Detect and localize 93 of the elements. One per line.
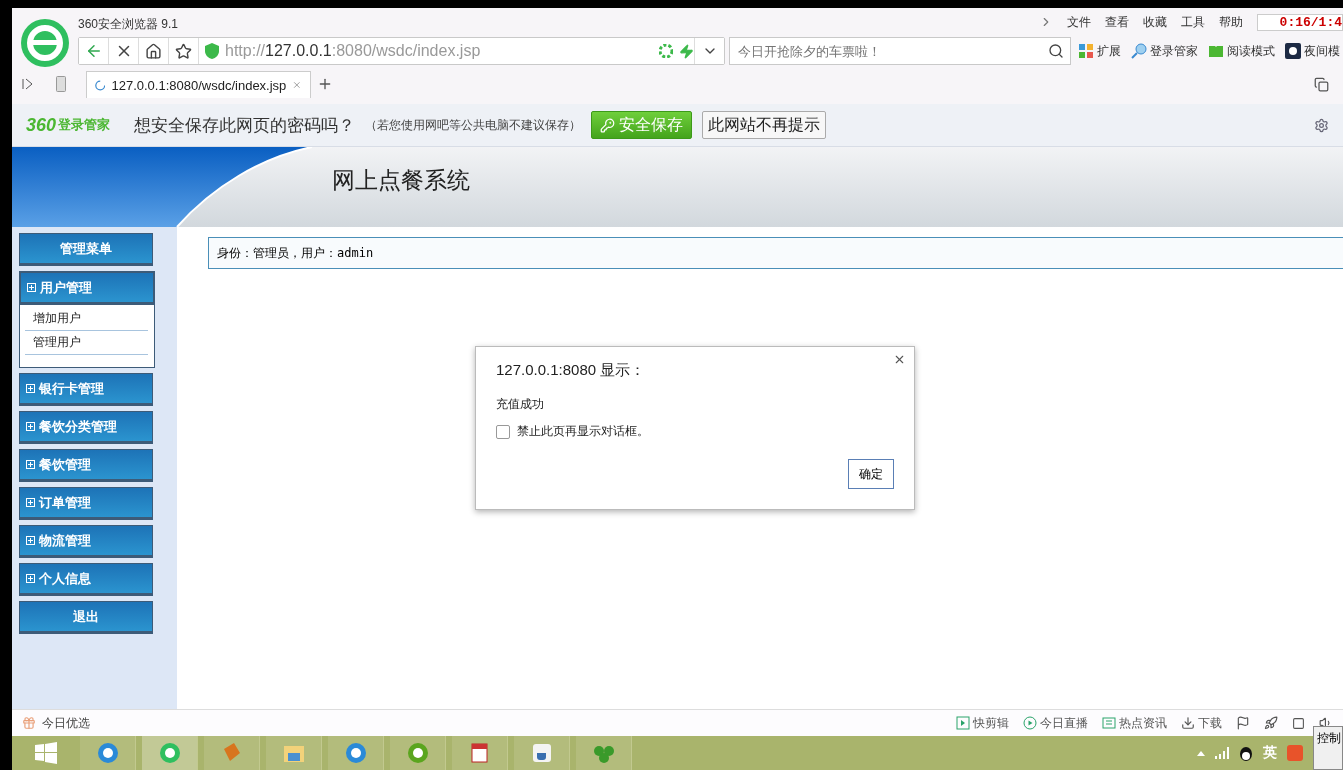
status-button[interactable]: 今日直播 bbox=[1023, 714, 1088, 732]
loading-icon bbox=[95, 78, 106, 92]
menu-item[interactable]: 收藏 bbox=[1142, 13, 1167, 31]
checkbox-label: 禁止此页再显示对话框。 bbox=[517, 423, 649, 440]
flag-icon[interactable] bbox=[1236, 716, 1250, 730]
network-bars-icon[interactable] bbox=[1215, 747, 1229, 759]
ok-button[interactable]: 确定 bbox=[848, 459, 894, 489]
identity-text: 身份：管理员，用户：admin bbox=[208, 237, 1343, 269]
aperture-icon bbox=[659, 44, 673, 58]
plus-box-icon bbox=[26, 384, 35, 393]
search-icon[interactable] bbox=[1048, 43, 1064, 59]
shield-icon bbox=[205, 43, 219, 59]
menu-item[interactable]: 工具 bbox=[1180, 13, 1205, 31]
page-title: 网上点餐系统 bbox=[332, 166, 470, 195]
dialog-message: 充值成功 bbox=[496, 396, 545, 413]
logout-button[interactable]: 退出 bbox=[19, 601, 153, 634]
home-icon bbox=[145, 42, 162, 60]
status-button[interactable]: 快剪辑 bbox=[956, 714, 1009, 732]
menu-group[interactable]: 银行卡管理 bbox=[19, 373, 153, 406]
gift-icon[interactable] bbox=[22, 716, 36, 730]
taskbar-app[interactable] bbox=[142, 736, 198, 770]
app-icon bbox=[343, 741, 368, 765]
menu-group[interactable]: 用户管理 bbox=[20, 272, 154, 305]
squares-icon bbox=[1078, 43, 1094, 59]
close-icon bbox=[893, 353, 906, 366]
status-button[interactable]: 热点资讯 bbox=[1102, 714, 1167, 732]
play-square-icon bbox=[956, 716, 970, 730]
taskbar-app[interactable] bbox=[328, 736, 384, 770]
search-field[interactable]: 今日开抢除夕的车票啦！ bbox=[729, 37, 1071, 65]
menu-group[interactable]: 餐饮管理 bbox=[19, 449, 153, 482]
plus-box-icon bbox=[26, 422, 35, 431]
brand-logo: 360 bbox=[26, 114, 57, 136]
never-button[interactable]: 此网站不再提示 bbox=[702, 111, 827, 139]
plus-box-icon bbox=[27, 283, 36, 292]
search-input[interactable]: 今日开抢除夕的车票啦！ bbox=[730, 43, 1048, 59]
control-popup: 控制 bbox=[1313, 726, 1343, 770]
menu-group[interactable]: 订单管理 bbox=[19, 487, 153, 520]
sun-icon bbox=[1285, 43, 1301, 59]
phone-icon[interactable] bbox=[56, 76, 66, 92]
lightning-icon[interactable] bbox=[679, 43, 694, 59]
checkbox[interactable] bbox=[496, 424, 510, 439]
app-icon bbox=[157, 741, 182, 765]
toolbar-button[interactable]: 扩展 bbox=[1075, 42, 1124, 60]
windows-icon[interactable] bbox=[1314, 77, 1329, 92]
taskbar-app[interactable] bbox=[80, 736, 136, 770]
new-tab-icon[interactable] bbox=[317, 76, 333, 92]
toolbar-button[interactable]: 夜间模 bbox=[1282, 42, 1343, 60]
menu-item[interactable]: 文件 bbox=[1066, 13, 1091, 31]
menu-item[interactable]: 帮助 bbox=[1218, 13, 1243, 31]
save-password-hint: （若您使用网吧等公共电脑不建议保存） bbox=[365, 116, 582, 134]
magnifier-icon bbox=[1131, 43, 1147, 59]
news-icon bbox=[1102, 716, 1116, 730]
menu-item[interactable]: 查看 bbox=[1104, 13, 1129, 31]
windows-logo-icon bbox=[35, 742, 57, 764]
plus-box-icon bbox=[26, 498, 35, 507]
taskbar-app[interactable] bbox=[390, 736, 446, 770]
rocket-icon[interactable] bbox=[1264, 716, 1278, 730]
menu-heading: 管理菜单 bbox=[19, 233, 153, 266]
menu-group[interactable]: 物流管理 bbox=[19, 525, 153, 558]
browser-tab[interactable]: 127.0.0.1:8080/wsdc/index.jsp bbox=[86, 71, 311, 98]
brand-name: 登录管家 bbox=[58, 116, 111, 134]
play-circle-icon bbox=[1023, 716, 1037, 730]
taskbar-app[interactable] bbox=[452, 736, 508, 770]
app-title: 360安全浏览器 9.1 bbox=[78, 15, 179, 33]
sidebar-toggle-icon[interactable] bbox=[22, 78, 34, 90]
toolbar-button[interactable]: 登录管家 bbox=[1128, 42, 1201, 60]
close-button[interactable] bbox=[893, 353, 906, 366]
menu-group[interactable]: 个人信息 bbox=[19, 563, 153, 596]
dialog-title: 127.0.0.1:8080 显示： bbox=[496, 361, 647, 380]
key-icon bbox=[600, 117, 616, 133]
window-icon[interactable] bbox=[1292, 716, 1305, 730]
taskbar-app[interactable] bbox=[514, 736, 570, 770]
star-icon bbox=[175, 42, 192, 60]
app-icon bbox=[405, 741, 430, 765]
dropdown-button[interactable] bbox=[694, 38, 724, 64]
download-icon bbox=[1181, 716, 1195, 730]
plus-box-icon bbox=[26, 536, 35, 545]
recording-timer: 0:16/1:4 bbox=[1256, 13, 1343, 31]
plus-box-icon bbox=[26, 460, 35, 469]
menu-link[interactable]: 增加用户 bbox=[25, 307, 148, 331]
toolbar-button[interactable]: 阅读模式 bbox=[1205, 42, 1278, 60]
app-icon bbox=[95, 741, 120, 765]
status-button[interactable]: 下载 bbox=[1181, 714, 1222, 732]
plus-box-icon bbox=[26, 574, 35, 583]
close-icon[interactable] bbox=[292, 79, 302, 91]
taskbar-app[interactable] bbox=[266, 736, 322, 770]
browser-logo bbox=[20, 18, 70, 68]
save-password-question: 想安全保存此网页的密码吗？ bbox=[134, 114, 356, 137]
chevron-up-icon[interactable] bbox=[1197, 750, 1205, 756]
menu-link[interactable]: 管理用户 bbox=[25, 331, 148, 355]
settings-icon[interactable] bbox=[1314, 117, 1329, 133]
menu-group[interactable]: 餐饮分类管理 bbox=[19, 411, 153, 444]
status-link[interactable]: 今日优选 bbox=[42, 714, 90, 732]
